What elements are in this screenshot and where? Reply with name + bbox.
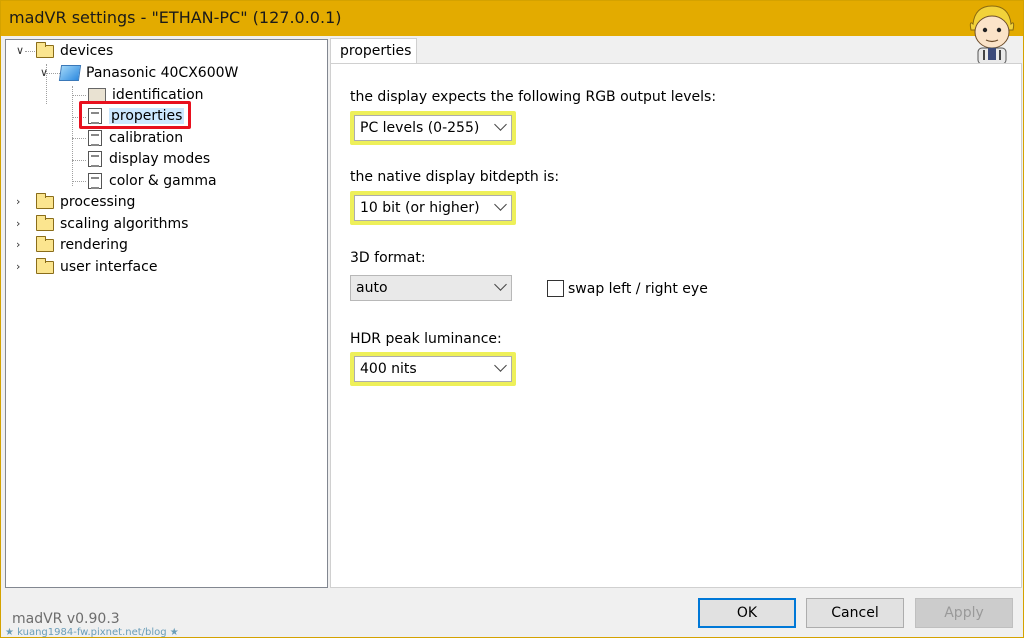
tree-connector	[72, 160, 86, 161]
monitor-icon	[58, 65, 82, 81]
tree-item-calibration[interactable]: calibration	[88, 128, 183, 148]
tree-item-device-panasonic[interactable]: ∨ Panasonic 40CX600W	[40, 63, 238, 83]
tree-connector	[72, 138, 86, 139]
folder-icon	[36, 41, 54, 58]
select-value: 10 bit (or higher)	[360, 200, 480, 216]
chevron-right-icon[interactable]: ›	[16, 239, 28, 251]
mascot-avatar-icon	[969, 5, 1015, 65]
tree-item-processing[interactable]: › processing	[16, 192, 135, 212]
tree-item-label: scaling algorithms	[60, 216, 189, 232]
version-label: madVR v0.90.3	[12, 611, 120, 627]
chevron-down-icon	[494, 198, 507, 211]
bitdepth-select[interactable]: 10 bit (or higher)	[354, 195, 512, 221]
tree-item-scaling-algorithms[interactable]: › scaling algorithms	[16, 214, 188, 234]
tree-item-label: calibration	[109, 130, 184, 146]
tree-item-label: display modes	[109, 151, 211, 167]
bitdepth-label: the native display bitdepth is:	[350, 169, 560, 185]
selection-highlight-box	[79, 101, 191, 129]
chevron-down-icon[interactable]: ∨	[16, 45, 28, 57]
document-icon	[88, 130, 102, 146]
tree-item-label: processing	[60, 194, 136, 210]
chevron-down-icon	[494, 359, 507, 372]
chevron-down-icon[interactable]: ∨	[40, 67, 52, 79]
settings-window: madVR settings - "ETHAN-PC" (127.0.0.1) …	[0, 0, 1024, 638]
tree-item-label: Panasonic 40CX600W	[86, 65, 239, 81]
chevron-down-icon	[494, 278, 507, 291]
tab-properties[interactable]: properties	[330, 38, 417, 64]
format-3d-label: 3D format:	[350, 250, 426, 266]
ok-button[interactable]: OK	[698, 598, 796, 628]
hdr-peak-label: HDR peak luminance:	[350, 331, 502, 347]
swap-eyes-checkbox[interactable]	[547, 280, 564, 297]
watermark-text: ★ kuang1984-fw.pixnet.net/blog ★	[5, 627, 179, 638]
swap-eyes-label[interactable]: swap left / right eye	[568, 281, 708, 297]
folder-icon	[36, 214, 54, 231]
select-value: 400 nits	[360, 361, 417, 377]
tree-connector	[72, 95, 86, 96]
select-value: auto	[356, 280, 388, 296]
folder-icon	[36, 257, 54, 274]
tree-item-user-interface[interactable]: › user interface	[16, 257, 157, 277]
tree-item-display-modes[interactable]: display modes	[88, 149, 210, 169]
tree-item-label: devices	[60, 43, 114, 59]
document-icon	[88, 173, 102, 189]
folder-icon	[36, 192, 54, 209]
hdr-peak-select[interactable]: 400 nits	[354, 356, 512, 382]
tree-connector	[72, 181, 86, 182]
id-card-icon	[88, 88, 106, 102]
tree-item-rendering[interactable]: › rendering	[16, 235, 128, 255]
tree-connector	[72, 86, 73, 186]
chevron-right-icon[interactable]: ›	[16, 196, 28, 208]
apply-button[interactable]: Apply	[915, 598, 1013, 628]
chevron-right-icon[interactable]: ›	[16, 218, 28, 230]
tree-item-color-gamma[interactable]: color & gamma	[88, 171, 217, 191]
tree-item-devices[interactable]: ∨ devices	[16, 41, 113, 61]
title-bar[interactable]: madVR settings - "ETHAN-PC" (127.0.0.1)	[1, 1, 1023, 65]
cancel-button[interactable]: Cancel	[806, 598, 904, 628]
document-icon	[88, 151, 102, 167]
chevron-down-icon	[494, 118, 507, 131]
format-3d-select[interactable]: auto	[350, 275, 512, 301]
tree-item-label: rendering	[60, 237, 128, 253]
chevron-right-icon[interactable]: ›	[16, 261, 28, 273]
tree-item-label: user interface	[60, 259, 158, 275]
rgb-levels-label: the display expects the following RGB ou…	[350, 89, 717, 105]
folder-icon	[36, 235, 54, 252]
properties-panel: the display expects the following RGB ou…	[330, 63, 1022, 588]
rgb-levels-select[interactable]: PC levels (0-255)	[354, 115, 512, 141]
select-value: PC levels (0-255)	[360, 120, 480, 136]
tree-item-label: color & gamma	[109, 173, 217, 189]
window-title: madVR settings - "ETHAN-PC" (127.0.0.1)	[9, 8, 342, 27]
tab-label: properties	[340, 43, 412, 59]
